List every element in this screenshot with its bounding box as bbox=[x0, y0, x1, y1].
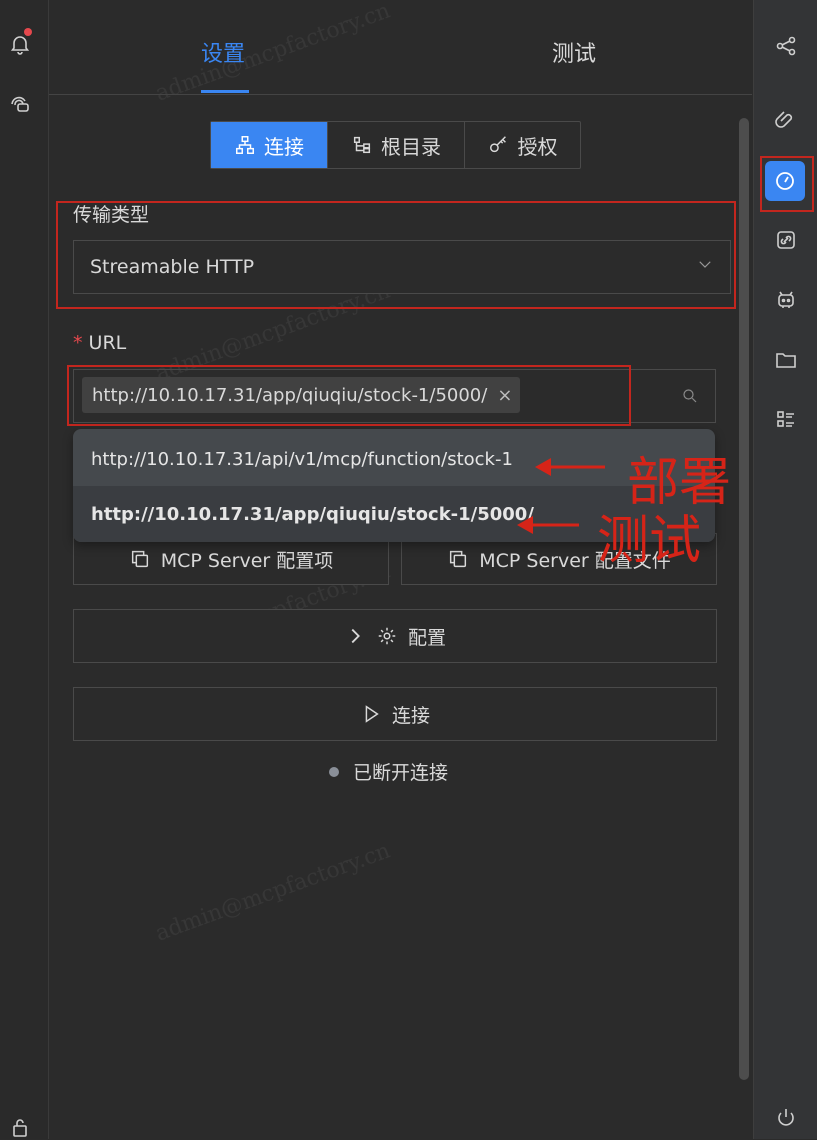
tab-bar: 设置 测试 bbox=[49, 0, 752, 95]
segment-root[interactable]: 根目录 bbox=[328, 122, 465, 168]
connect-label: 连接 bbox=[391, 704, 430, 727]
power-icon[interactable] bbox=[766, 1098, 806, 1138]
list-icon[interactable] bbox=[766, 400, 806, 440]
main-panel: admin@mcpfactory.cn admin@mcpfactory.cn … bbox=[49, 0, 752, 1139]
robot-icon[interactable] bbox=[766, 280, 806, 320]
arrow-annotation-test bbox=[517, 516, 579, 534]
segment-connect-label: 连接 bbox=[264, 134, 304, 159]
chevron-right-icon bbox=[351, 628, 360, 644]
right-rail bbox=[753, 0, 817, 1139]
folder-icon[interactable] bbox=[766, 340, 806, 380]
chevron-down-icon bbox=[699, 261, 711, 268]
url-label: * URL bbox=[73, 332, 126, 354]
play-icon bbox=[365, 705, 379, 723]
gear-icon bbox=[378, 627, 396, 645]
chat-bubbles-icon[interactable] bbox=[0, 84, 40, 124]
bell-icon[interactable] bbox=[0, 24, 40, 64]
required-mark: * bbox=[73, 332, 83, 354]
status-text: 已断开连接 bbox=[353, 762, 449, 784]
highlight-box-url bbox=[67, 365, 631, 426]
config-button[interactable]: 配置 bbox=[73, 609, 717, 663]
connection-status: 已断开连接 bbox=[329, 758, 448, 785]
segment-auth-label: 授权 bbox=[517, 134, 558, 159]
segment-root-label: 根目录 bbox=[381, 134, 441, 159]
active-tab-indicator bbox=[201, 90, 249, 93]
dropdown-option[interactable]: http://10.10.17.31/api/v1/mcp/function/s… bbox=[73, 431, 715, 487]
segment-connect[interactable]: 连接 bbox=[211, 122, 328, 168]
paperclip-icon[interactable] bbox=[766, 100, 806, 140]
tab-test[interactable]: 测试 bbox=[552, 36, 596, 68]
tab-settings[interactable]: 设置 bbox=[201, 36, 245, 68]
connect-button[interactable]: 连接 bbox=[73, 687, 717, 741]
segment-auth[interactable]: 授权 bbox=[465, 122, 580, 168]
copy-icon bbox=[450, 550, 467, 568]
scrollbar[interactable] bbox=[739, 118, 749, 1080]
transport-select[interactable]: Streamable HTTP bbox=[73, 240, 731, 294]
gauge-icon[interactable] bbox=[765, 161, 805, 201]
left-rail bbox=[0, 0, 49, 1139]
tree-icon bbox=[353, 136, 371, 154]
status-dot bbox=[329, 766, 339, 777]
network-icon bbox=[236, 136, 254, 154]
watermark: admin@mcpfactory.cn bbox=[152, 838, 394, 947]
search-icon bbox=[683, 389, 697, 403]
annotation-test: 测试 bbox=[597, 511, 702, 571]
unlock-icon[interactable] bbox=[0, 1118, 40, 1138]
server-config-item-label: MCP Server 配置项 bbox=[160, 549, 334, 572]
share-icon[interactable] bbox=[766, 26, 806, 66]
notification-dot bbox=[24, 28, 32, 36]
key-icon bbox=[489, 136, 506, 153]
link-icon[interactable] bbox=[766, 220, 806, 260]
config-label: 配置 bbox=[407, 626, 446, 649]
segment-control: 连接 根目录 授权 bbox=[210, 121, 581, 169]
arrow-annotation-deploy bbox=[535, 458, 605, 476]
url-label-text: URL bbox=[88, 332, 127, 354]
transport-value: Streamable HTTP bbox=[90, 256, 255, 278]
copy-icon bbox=[131, 550, 148, 568]
transport-label: 传输类型 bbox=[73, 204, 150, 226]
